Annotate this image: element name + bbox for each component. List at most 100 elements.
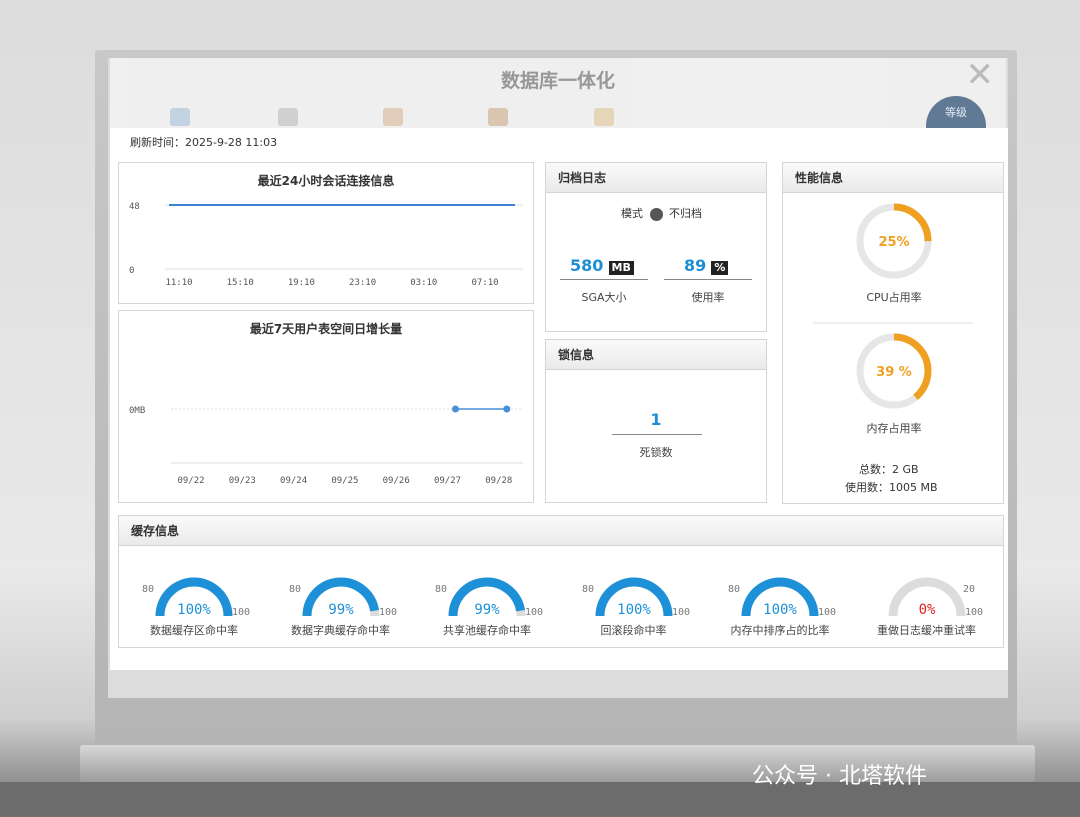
total-label: 总数： — [859, 463, 892, 476]
gauge-value: 0% — [918, 602, 935, 618]
cache-gauge: 100% 80 100 回滚段命中率 — [564, 546, 704, 646]
gauge-value: 100% — [617, 602, 651, 618]
x-tick-label: 19:10 — [288, 278, 315, 288]
cache-gauge: 99% 80 100 数据字典缓存命中率 — [271, 546, 411, 646]
refresh-time: 刷新时间：2025-9-28 11:03 — [130, 136, 278, 149]
total-value: 2 GB — [892, 463, 919, 476]
gauge-max: 100 — [232, 607, 250, 618]
used-value: 1005 MB — [889, 481, 938, 494]
gauge-value: 99% — [474, 602, 500, 618]
cpu-label: CPU占用率 — [866, 291, 922, 304]
used-label: 使用数： — [845, 481, 889, 494]
dialog-title: 数据库一体化 — [500, 70, 615, 92]
deadlock-label: 死锁数 — [639, 446, 673, 459]
deadlock-divider — [612, 434, 702, 435]
x-tick-label: 15:10 — [227, 278, 254, 288]
cache-gauges: 100% 80 100 数据缓存区命中率 99% 80 100 数据字典缓存命中率 99% 80 1… — [119, 546, 1003, 646]
gauge-min: 80 — [289, 584, 301, 595]
sga-value-group: 580 MB — [570, 256, 634, 275]
growth-point — [503, 405, 511, 413]
x-tick-label: 09/26 — [383, 476, 410, 486]
gauge-arc: 100% 80 100 — [582, 577, 690, 618]
y-tick-label: 48 — [129, 202, 140, 212]
gauge-max: 100 — [965, 607, 983, 618]
gauge-label: 重做日志缓冲重试率 — [877, 624, 976, 637]
document-icon[interactable] — [594, 108, 614, 126]
y-tick-label: 0MB — [129, 406, 145, 416]
sga-unit: MB — [608, 261, 634, 275]
cache-panel: 缓存信息 100% 80 100 数据缓存区命中率 99% 80 100 数据字典缓存命中率 9… — [118, 515, 1004, 648]
close-icon[interactable]: ✕ — [966, 58, 995, 92]
database-icon[interactable] — [278, 108, 298, 126]
performance-title: 性能信息 — [783, 163, 1003, 193]
x-tick-label: 07:10 — [471, 278, 498, 288]
report-icon[interactable] — [488, 108, 508, 126]
gauge-label: 共享池缓存命中率 — [443, 624, 531, 637]
archive-mode-label: 模式 — [621, 207, 643, 220]
growth-point — [452, 405, 459, 413]
gauge-max: 100 — [672, 607, 690, 618]
gauge-value: 100% — [177, 602, 211, 618]
gauge-min: 80 — [582, 584, 594, 595]
cache-gauge: 100% 80 100 数据缓存区命中率 — [124, 546, 264, 646]
gauge-label: 数据缓存区命中率 — [150, 624, 238, 637]
growth-panel: 最近7天用户表空间日增长量 0MB 09/22 09/23 09/24 09/25 09/… — [118, 310, 534, 503]
gauge-value: 99% — [328, 602, 354, 618]
mem-value: 39 % — [876, 365, 912, 380]
x-tick-label: 11:10 — [165, 278, 192, 288]
watermark: 公众号 · 北塔软件 — [752, 764, 927, 789]
info-icon[interactable] — [170, 108, 190, 126]
deadlock-value: 1 — [650, 410, 662, 429]
mode-icon — [649, 207, 663, 221]
cache-title: 缓存信息 — [119, 516, 1003, 546]
lock-panel: 锁信息 1 死锁数 — [545, 339, 767, 503]
table-icon[interactable] — [383, 108, 403, 126]
usage-unit: % — [711, 261, 729, 275]
archive-panel: 归档日志 模式 不归档 580 MB SGA大小 89 % 使用率 — [545, 162, 767, 332]
usage-value: 89 — [684, 256, 707, 275]
gauge-value: 100% — [763, 602, 797, 618]
archive-mode-value: 不归档 — [669, 207, 702, 220]
sga-divider — [560, 279, 648, 282]
cache-gauge: 99% 80 100 共享池缓存命中率 — [417, 546, 557, 646]
x-tick-label: 09/22 — [177, 476, 204, 486]
gauge-arc: 100% 80 100 — [728, 577, 836, 618]
cache-gauge: 0% 20 100 重做日志缓冲重试率 — [857, 546, 997, 646]
x-tick-label: 23:10 — [349, 278, 376, 288]
dialog-header: 数据库一体化 ✕ 等级 — [110, 58, 1006, 130]
x-tick-label: 09/23 — [229, 476, 256, 486]
archive-title: 归档日志 — [546, 163, 766, 193]
gauge-arc: 99% 80 100 — [435, 577, 543, 618]
gauge-arc: 100% 80 100 — [142, 577, 250, 618]
cpu-value: 25% — [878, 235, 910, 250]
level-badge: 等级 — [926, 96, 986, 130]
dashboard: 刷新时间：2025-9-28 11:03 最近24小时会话连接信息 48 0 11:… — [110, 128, 1008, 670]
gauge-label: 内存中排序占的比率 — [730, 624, 830, 637]
mem-label: 内存占用率 — [866, 422, 922, 435]
gauge-min: 80 — [142, 584, 154, 595]
x-tick-label: 09/25 — [331, 476, 358, 486]
gauge-arc: 99% 80 100 — [289, 577, 397, 618]
x-tick-label: 03:10 — [410, 278, 437, 288]
sga-label: SGA大小 — [581, 291, 627, 304]
gauge-min: 80 — [435, 584, 447, 595]
gauge-max: 100 — [379, 607, 397, 618]
cache-gauge: 100% 80 100 内存中排序占的比率 — [710, 546, 850, 646]
usage-label: 使用率 — [691, 291, 725, 304]
y-tick-label: 0 — [129, 266, 134, 276]
x-tick-label: 09/24 — [280, 476, 307, 486]
gauge-max: 20 — [963, 584, 975, 595]
x-tick-label: 09/28 — [485, 476, 512, 486]
sessions-chart: 48 0 11:10 15:10 19:10 23:10 03:10 07:10 — [129, 202, 523, 288]
performance-panel: 性能信息 25% CPU占用率 39 % 内存占用率 总数：2 GB 使用数：1… — [782, 162, 1004, 504]
sga-value: 580 — [570, 256, 604, 275]
gauge-max: 100 — [818, 607, 836, 618]
usage-value-group: 89 % — [684, 256, 729, 275]
gauge-min: 80 — [728, 584, 740, 595]
growth-chart: 0MB 09/22 09/23 09/24 09/25 09/26 09/27 09/28 — [129, 405, 523, 486]
gauge-max: 100 — [525, 607, 543, 618]
lock-title: 锁信息 — [546, 340, 766, 370]
gauge-arc: 0% 20 100 — [888, 577, 983, 618]
gauge-label: 数据字典缓存命中率 — [291, 624, 390, 637]
x-tick-label: 09/27 — [434, 476, 461, 486]
